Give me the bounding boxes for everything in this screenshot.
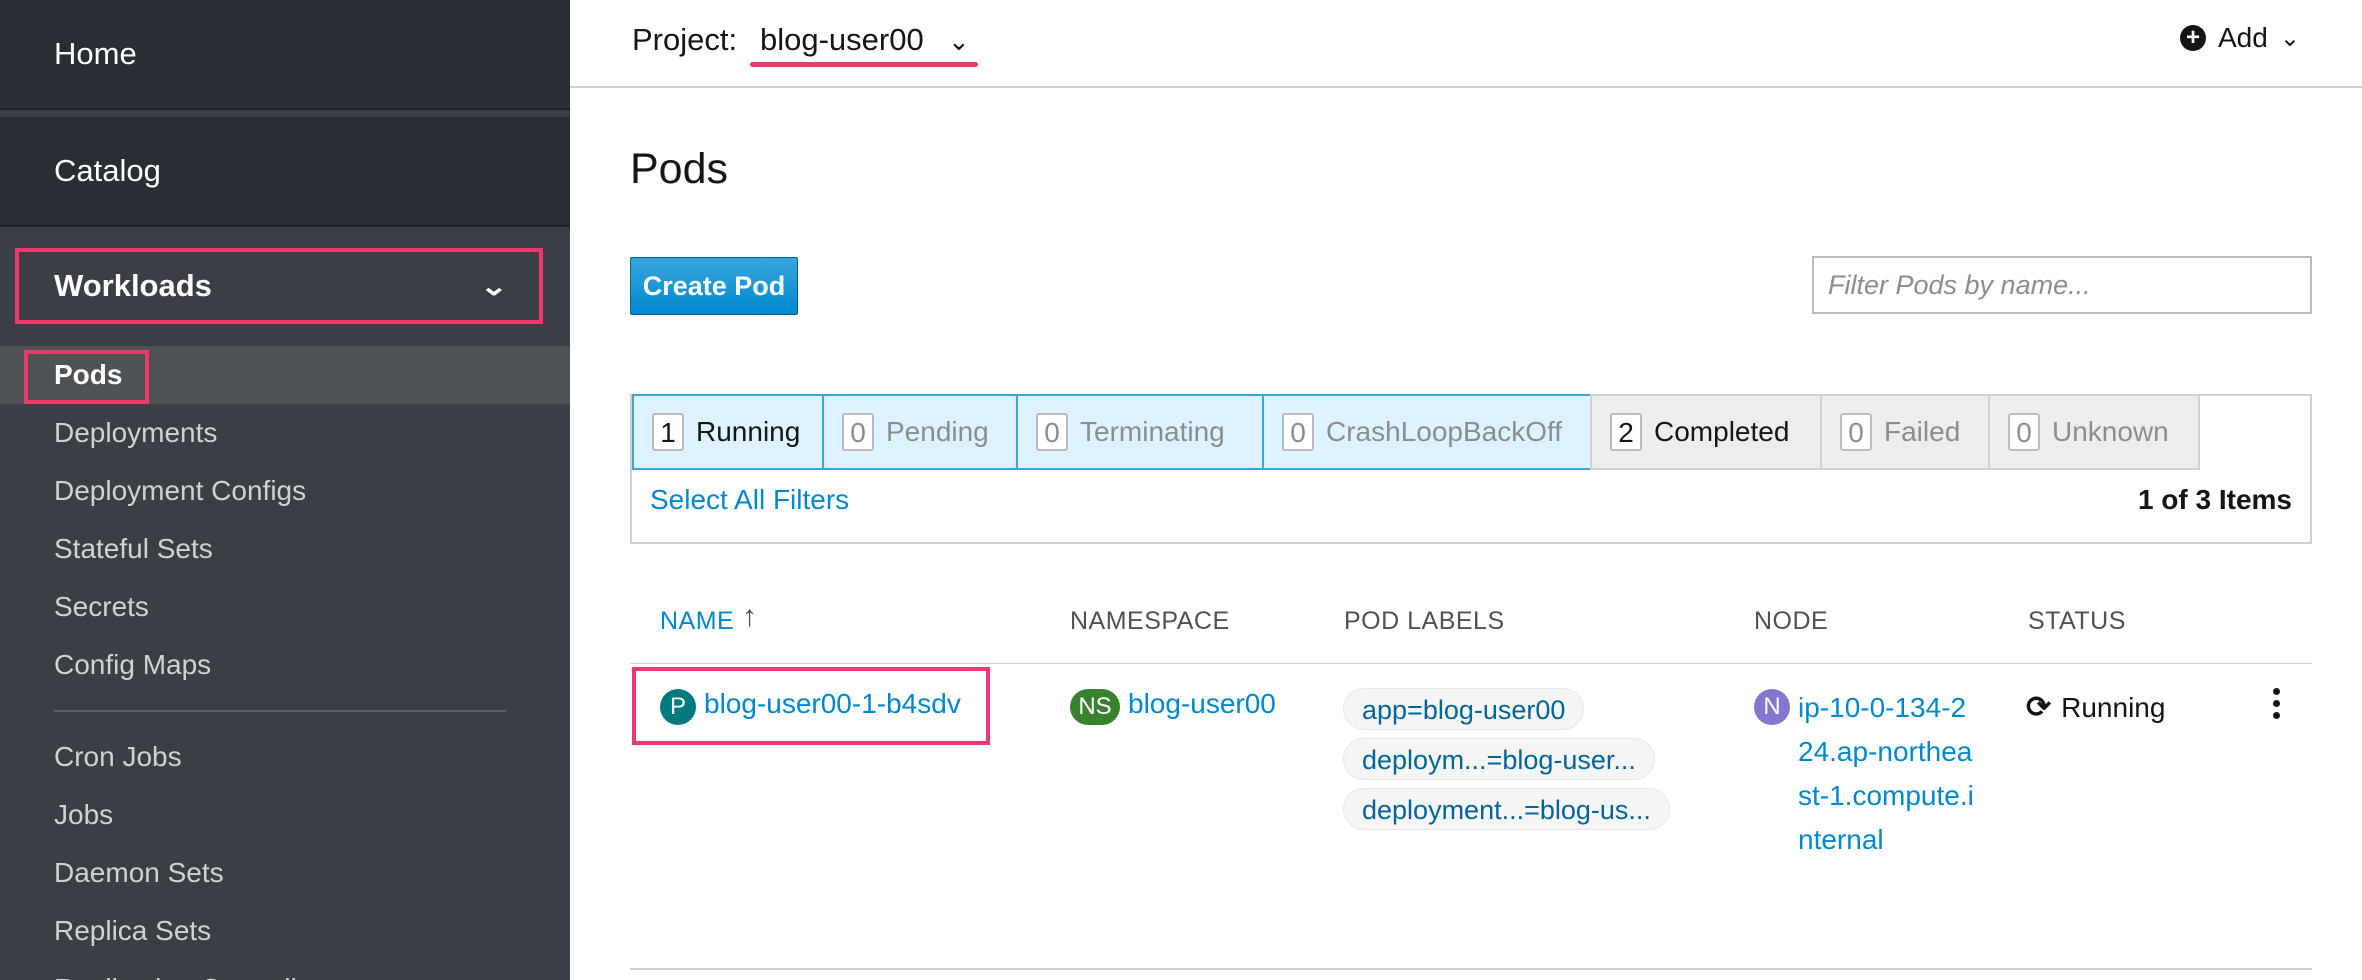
select-all-filters-link[interactable]: Select All Filters <box>650 484 849 516</box>
filter-count: 0 <box>842 413 874 451</box>
sidebar-item-replication-controllers[interactable]: Replication Controllers <box>54 969 336 980</box>
nav-workloads-label: Workloads <box>54 268 212 303</box>
namespace-link[interactable]: blog-user00 <box>1128 688 1276 720</box>
add-label: Add <box>2218 22 2268 53</box>
filter-count: 0 <box>1036 413 1068 451</box>
sidebar-item-secrets[interactable]: Secrets <box>54 587 149 627</box>
filter-chip-completed[interactable]: 2 Completed <box>1590 394 1822 470</box>
table-row-divider <box>630 968 2312 970</box>
pod-status: ⟳ Running <box>2026 690 2165 725</box>
pod-label-pill[interactable]: app=blog-user00 <box>1343 688 1585 730</box>
kebab-menu-icon[interactable] <box>2270 688 2282 719</box>
filter-pods-input[interactable] <box>1812 256 2312 314</box>
sidebar-divider <box>54 710 506 712</box>
add-dropdown-button[interactable]: + Add ⌄ <box>2180 22 2300 54</box>
create-pod-button[interactable]: Create Pod <box>630 257 798 315</box>
namespace-badge-icon: NS <box>1070 689 1120 725</box>
column-header-pod-labels[interactable]: POD LABELS <box>1344 607 1505 636</box>
chevron-down-icon: ⌄ <box>479 270 509 301</box>
project-label: Project: <box>632 22 738 57</box>
top-bar: Project: blog-user00 ⌄ + Add ⌄ <box>570 0 2362 88</box>
sidebar-item-jobs[interactable]: Jobs <box>54 795 113 835</box>
sidebar-item-cron-jobs[interactable]: Cron Jobs <box>54 737 182 777</box>
filter-chip-crashloopbackoff[interactable]: 0 CrashLoopBackOff <box>1262 394 1592 470</box>
project-highlight-underline <box>750 62 978 67</box>
status-text: Running <box>2061 691 2166 723</box>
node-link[interactable]: ip-10-0-134-224.ap-northeast-1.compute.i… <box>1798 686 1978 862</box>
chevron-down-icon[interactable]: ⌄ <box>948 26 970 57</box>
filter-chip-pending[interactable]: 0 Pending <box>822 394 1018 470</box>
node-badge-icon: N <box>1754 689 1790 725</box>
sidebar-item-daemon-sets[interactable]: Daemon Sets <box>54 853 224 893</box>
filter-count: 0 <box>1840 413 1872 451</box>
filter-count: 2 <box>1610 413 1642 451</box>
pod-label-pill[interactable]: deploym...=blog-user... <box>1343 738 1655 780</box>
sidebar-item-config-maps[interactable]: Config Maps <box>54 645 211 685</box>
sort-ascending-icon[interactable]: ↑ <box>742 600 757 634</box>
sidebar-item-replica-sets[interactable]: Replica Sets <box>54 911 211 951</box>
pod-name-link[interactable]: blog-user00-1-b4sdv <box>704 688 961 720</box>
filter-count: 0 <box>2008 413 2040 451</box>
nav-home[interactable]: Home <box>0 0 570 110</box>
filter-count: 1 <box>652 413 684 451</box>
sidebar-item-stateful-sets[interactable]: Stateful Sets <box>54 529 213 569</box>
column-header-node[interactable]: NODE <box>1754 607 1828 636</box>
sidebar-item-pods[interactable]: Pods <box>54 355 122 395</box>
filter-label: Pending <box>886 416 989 447</box>
filter-label: Running <box>696 416 801 447</box>
filter-label: Terminating <box>1080 416 1225 447</box>
nav-workloads[interactable]: Workloads ⌄ <box>15 248 543 324</box>
sidebar-item-deployment-configs[interactable]: Deployment Configs <box>54 471 306 511</box>
column-header-name[interactable]: NAME <box>660 607 734 636</box>
nav-catalog[interactable]: Catalog <box>0 117 570 227</box>
filter-chip-failed[interactable]: 0 Failed <box>1820 394 1990 470</box>
project-selector[interactable]: blog-user00 <box>760 22 924 58</box>
plus-circle-icon: + <box>2180 25 2206 51</box>
sync-icon: ⟳ <box>2026 691 2052 724</box>
status-filter-bar: 1 Running 0 Pending 0 Terminating 0 Cras… <box>630 394 2312 544</box>
pod-badge-icon: P <box>660 689 696 725</box>
table-header-divider <box>630 663 2312 664</box>
filter-label: CrashLoopBackOff <box>1326 416 1563 447</box>
sidebar-item-deployments[interactable]: Deployments <box>54 413 217 453</box>
filter-chip-running[interactable]: 1 Running <box>632 394 824 470</box>
pod-label-pill[interactable]: deployment...=blog-us... <box>1343 788 1670 830</box>
chevron-down-icon: ⌄ <box>2279 24 2300 52</box>
filter-label: Failed <box>1884 416 1961 447</box>
column-header-namespace[interactable]: NAMESPACE <box>1070 607 1230 636</box>
filter-chip-unknown[interactable]: 0 Unknown <box>1988 394 2200 470</box>
filter-label: Completed <box>1654 416 1790 447</box>
items-count: 1 of 3 Items <box>2137 484 2292 515</box>
filter-label: Unknown <box>2052 416 2169 447</box>
filter-chip-terminating[interactable]: 0 Terminating <box>1016 394 1264 470</box>
column-header-status[interactable]: STATUS <box>2028 607 2126 636</box>
page-title: Pods <box>630 145 729 193</box>
sidebar: Home Catalog Workloads ⌄ Pods Deployment… <box>0 0 570 980</box>
filter-count: 0 <box>1282 413 1314 451</box>
